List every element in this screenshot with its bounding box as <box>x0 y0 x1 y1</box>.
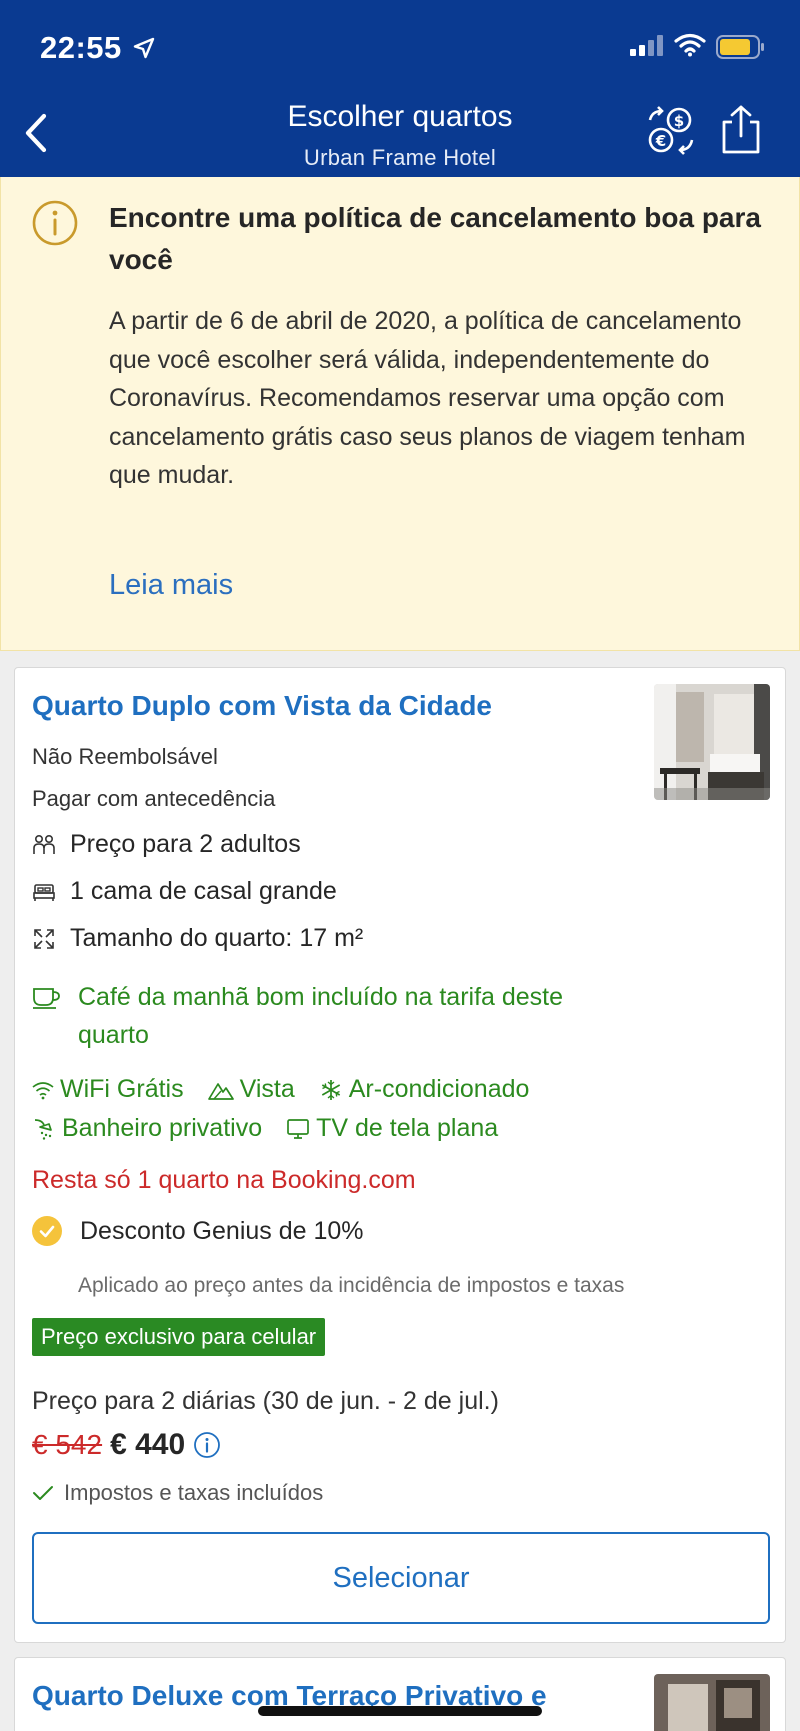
original-price: € 542 <box>32 1429 103 1460</box>
people-icon <box>33 834 55 854</box>
room-title[interactable]: Quarto Duplo com Vista da Cidade <box>32 690 492 722</box>
occupancy-feature: Preço para 2 adultos <box>32 830 301 859</box>
share-icon[interactable] <box>716 104 766 156</box>
checkmark-icon <box>33 1486 53 1500</box>
genius-discount: Desconto Genius de 10% <box>32 1216 364 1246</box>
location-arrow-icon <box>133 37 155 59</box>
info-icon <box>32 200 78 246</box>
page-title: Escolher quartos <box>287 100 513 133</box>
snowflake-icon <box>321 1079 340 1100</box>
breakfast-text: Café da manhã bom incluído na tarifa des… <box>78 983 564 1049</box>
facility-text: Vista <box>239 1075 295 1103</box>
facility-text: WiFi Grátis <box>60 1075 184 1103</box>
mobile-price-badge: Preço exclusivo para celular <box>32 1318 326 1356</box>
wifi-status-icon <box>674 33 706 57</box>
feature-text: Preço para 2 adultos <box>70 830 301 858</box>
price-row: € 542 € 440 <box>32 1428 221 1462</box>
notice-title: Encontre uma política de cancelamento bo… <box>109 202 761 275</box>
facilities-row-2: Banheiro privativo TV de tela plana <box>32 1114 522 1143</box>
hotel-name: Urban Frame Hotel <box>303 145 497 170</box>
battery-icon <box>716 35 764 59</box>
bed-feature: 1 cama de casal grande <box>32 877 337 906</box>
taxes-text: Impostos e taxas incluídos <box>64 1480 324 1505</box>
facility-text: TV de tela plana <box>316 1114 499 1142</box>
tv-icon <box>287 1118 309 1139</box>
taxes-included: Impostos e taxas incluídos <box>32 1480 323 1506</box>
breakfast-included: Café da manhã bom incluído na tarifa des… <box>32 978 638 1054</box>
facility-text: Ar-condicionado <box>348 1075 530 1103</box>
discounted-price: € 440 <box>110 1428 186 1461</box>
bed-icon <box>33 883 55 901</box>
cancellation-notice: Encontre uma política de cancelamento bo… <box>0 177 800 651</box>
svg-text:€: € <box>655 132 666 150</box>
next-room-card: Quarto Deluxe com Terraço Privativo e <box>14 1657 786 1731</box>
feature-text: Tamanho do quarto: 17 m² <box>70 924 364 952</box>
facility-wifi: WiFi Grátis <box>32 1075 184 1104</box>
facility-tv: TV de tela plana <box>286 1114 498 1143</box>
top-bar: 22:55 Escolher quartos Urban Frame Hotel… <box>0 0 800 177</box>
read-more-link[interactable]: Leia mais <box>109 569 233 602</box>
currency-exchange-icon[interactable]: $ € <box>644 104 698 158</box>
genius-text: Desconto Genius de 10% <box>80 1216 364 1245</box>
facility-text: Banheiro privativo <box>62 1114 263 1142</box>
home-indicator[interactable] <box>258 1706 542 1716</box>
wifi-icon <box>32 1081 54 1099</box>
payment-terms: Pagar com antecedência <box>32 786 276 811</box>
refund-policy: Não Reembolsável <box>32 744 218 769</box>
facilities-row-1: WiFi Grátis Vista Ar-condicionado <box>32 1075 553 1104</box>
svg-text:$: $ <box>674 112 684 130</box>
facility-bathroom: Banheiro privativo <box>32 1114 262 1143</box>
size-feature: Tamanho do quarto: 17 m² <box>32 924 363 953</box>
price-period: Preço para 2 diárias (30 de jun. - 2 de … <box>32 1387 499 1415</box>
mountain-icon <box>207 1082 234 1100</box>
scarcity-message: Resta só 1 quarto na Booking.com <box>32 1166 416 1194</box>
expand-icon <box>34 928 54 949</box>
room-card: Quarto Duplo com Vista da Cidade Não Ree… <box>14 667 786 1643</box>
shower-icon <box>34 1118 52 1140</box>
coffee-cup-icon <box>33 988 60 1009</box>
room-photo[interactable] <box>654 684 770 800</box>
feature-text: 1 cama de casal grande <box>70 877 337 905</box>
genius-note: Aplicado ao preço antes da incidência de… <box>78 1274 625 1297</box>
select-room-button[interactable]: Selecionar <box>32 1532 770 1624</box>
price-info-icon[interactable] <box>193 1431 221 1459</box>
cellular-signal-icon <box>630 35 663 56</box>
back-chevron-icon[interactable] <box>22 112 50 154</box>
facility-view: Vista <box>207 1075 295 1104</box>
facility-ac: Ar-condicionado <box>319 1075 530 1104</box>
next-room-photo[interactable] <box>654 1674 770 1731</box>
check-badge-icon <box>32 1216 62 1246</box>
notice-body: A partir de 6 de abril de 2020, a políti… <box>109 307 746 489</box>
status-time: 22:55 <box>40 30 122 65</box>
